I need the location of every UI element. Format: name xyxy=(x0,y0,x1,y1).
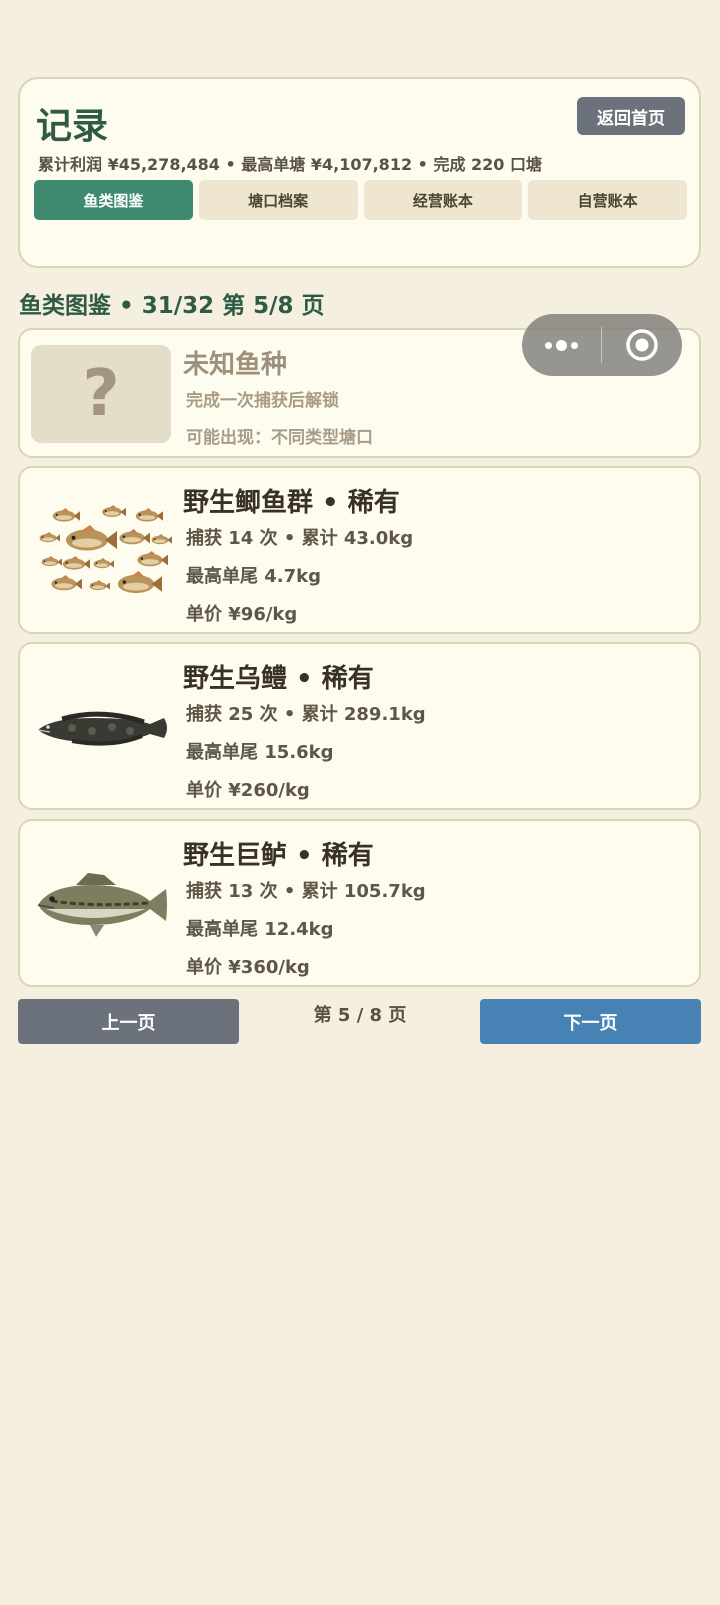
page-title: 记录 xyxy=(36,106,109,147)
tab-pond-archive[interactable]: 塘口档案 xyxy=(198,180,358,220)
max-weight: 最高单尾 4.7kg xyxy=(186,566,322,587)
tab-business-ledger[interactable]: 经营账本 xyxy=(363,180,523,220)
bass-icon xyxy=(32,855,172,953)
target-circle-icon[interactable] xyxy=(602,328,682,362)
snakehead-icon xyxy=(32,678,172,776)
tab-bar: 鱼类图鉴 塘口档案 经营账本 自营账本 xyxy=(34,180,687,220)
tab-fish-encyclopedia[interactable]: 鱼类图鉴 xyxy=(34,180,193,220)
catch-count: 捕获 13 次 • 累计 105.7kg xyxy=(186,881,426,902)
fish-name: 野生巨鲈 • 稀有 xyxy=(183,841,374,871)
more-dots-icon[interactable] xyxy=(522,339,601,351)
max-weight: 最高单尾 15.6kg xyxy=(186,742,334,763)
crucian-school-icon xyxy=(32,502,172,600)
fish-name: 未知鱼种 xyxy=(183,350,288,380)
section-title: 鱼类图鉴 • 31/32 第 5/8 页 xyxy=(19,293,325,319)
records-header-card: 记录 返回首页 累计利润 ¥45,278,484 • 最高单塘 ¥4,107,8… xyxy=(18,77,701,268)
unit-price: 单价 ¥360/kg xyxy=(186,957,310,978)
fish-card-crucian[interactable]: 野生鲫鱼群 • 稀有 捕获 14 次 • 累计 43.0kg 最高单尾 4.7k… xyxy=(18,466,701,634)
unknown-fish-placeholder: ? xyxy=(31,345,171,443)
fish-name: 野生鲫鱼群 • 稀有 xyxy=(183,488,400,518)
fish-name: 野生乌鳢 • 稀有 xyxy=(183,664,374,694)
unit-price: 单价 ¥260/kg xyxy=(186,780,310,801)
appearance-hint: 可能出现：不同类型塘口 xyxy=(186,428,373,448)
catch-count: 捕获 14 次 • 累计 43.0kg xyxy=(186,528,414,549)
page-indicator: 第 5 / 8 页 xyxy=(313,1005,407,1026)
fish-card-bass[interactable]: 野生巨鲈 • 稀有 捕获 13 次 • 累计 105.7kg 最高单尾 12.4… xyxy=(18,819,701,987)
question-mark-icon: ? xyxy=(82,357,120,431)
summary-stats: 累计利润 ¥45,278,484 • 最高单塘 ¥4,107,812 • 完成 … xyxy=(38,155,542,174)
unlock-hint: 完成一次捕获后解锁 xyxy=(186,391,339,411)
prev-page-button[interactable]: 上一页 xyxy=(18,999,239,1044)
back-home-button[interactable]: 返回首页 xyxy=(577,97,685,135)
catch-count: 捕获 25 次 • 累计 289.1kg xyxy=(186,704,426,725)
max-weight: 最高单尾 12.4kg xyxy=(186,919,334,940)
next-page-button[interactable]: 下一页 xyxy=(480,999,701,1044)
unit-price: 单价 ¥96/kg xyxy=(186,604,298,625)
fish-card-snakehead[interactable]: 野生乌鳢 • 稀有 捕获 25 次 • 累计 289.1kg 最高单尾 15.6… xyxy=(18,642,701,810)
tab-self-run-ledger[interactable]: 自营账本 xyxy=(528,180,687,220)
miniprogram-capsule xyxy=(522,314,682,376)
